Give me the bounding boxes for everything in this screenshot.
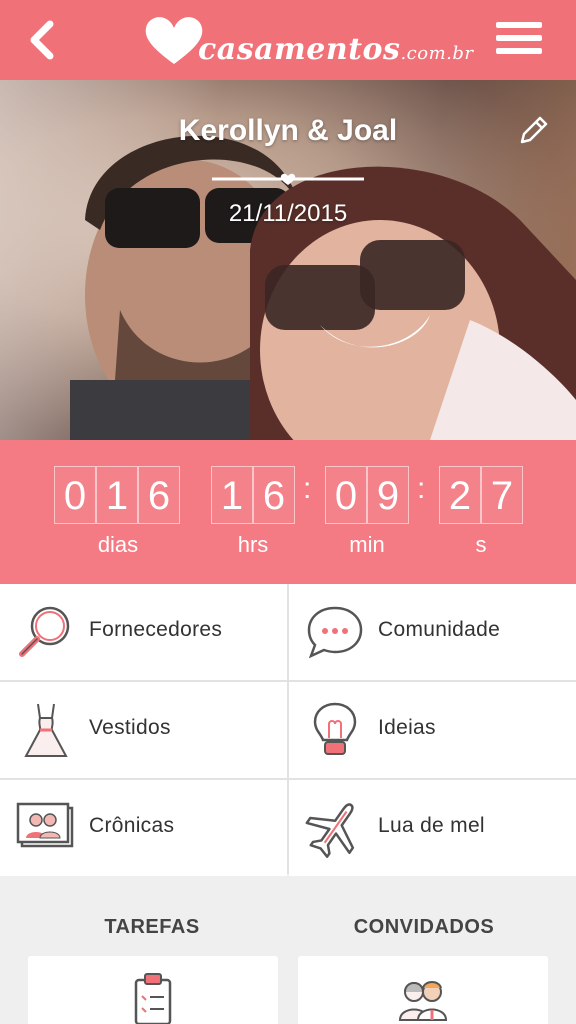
airplane-icon bbox=[305, 803, 355, 858]
magnifier-icon bbox=[19, 606, 70, 657]
photo-couple-icon bbox=[16, 802, 74, 848]
hours-digit: 6 bbox=[253, 466, 295, 524]
time-separator: : bbox=[417, 472, 426, 505]
seconds-digit: 2 bbox=[439, 466, 481, 524]
menu-item-lua-de-mel[interactable]: Lua de mel bbox=[289, 780, 576, 876]
hours-digits: 1 6 bbox=[211, 466, 295, 524]
menu-item-label: Comunidade bbox=[378, 618, 501, 641]
menu-item-label: Ideias bbox=[378, 716, 436, 739]
menu-item-cronicas[interactable]: Crônicas bbox=[0, 780, 287, 876]
feature-menu-grid: Fornecedores Comunidade Vestidos Ideias bbox=[0, 584, 576, 876]
minutes-label: min bbox=[349, 532, 385, 557]
guests-card[interactable] bbox=[298, 956, 548, 1024]
guests-icon bbox=[398, 981, 448, 1021]
heart-logo-icon bbox=[145, 17, 203, 64]
clipboard-icon bbox=[134, 973, 172, 1024]
brand-logo[interactable]: casamentos.com.br bbox=[142, 10, 473, 70]
back-arrow-icon bbox=[30, 20, 54, 60]
menu-item-comunidade[interactable]: Comunidade bbox=[289, 584, 576, 680]
back-button[interactable] bbox=[22, 18, 66, 62]
tasks-card[interactable] bbox=[28, 956, 278, 1024]
heart-divider-icon bbox=[212, 173, 364, 185]
seconds-label: s bbox=[475, 532, 487, 557]
edit-button[interactable] bbox=[516, 114, 550, 148]
seconds-digits: 2 7 bbox=[439, 466, 523, 524]
planning-sections: TAREFAS CONVIDADOS bbox=[0, 876, 576, 1024]
seconds-digit: 7 bbox=[481, 466, 523, 524]
days-digits: 0 1 6 bbox=[54, 466, 180, 524]
grid-divider bbox=[287, 584, 289, 874]
menu-item-label: Lua de mel bbox=[378, 814, 485, 837]
logo-domain: .com.br bbox=[400, 43, 474, 64]
menu-item-ideias[interactable]: Ideias bbox=[289, 682, 576, 778]
days-label: dias bbox=[97, 532, 139, 557]
menu-item-label: Fornecedores bbox=[89, 618, 223, 641]
couple-names: Kerollyn & Joal bbox=[178, 114, 398, 147]
minutes-digit: 9 bbox=[367, 466, 409, 524]
tasks-title: TAREFAS bbox=[104, 916, 200, 938]
wedding-countdown: 0 1 6 1 6 : 0 9 : 2 7 dias hrs min s bbox=[0, 440, 576, 584]
lightbulb-icon bbox=[313, 702, 357, 755]
days-digit: 1 bbox=[96, 466, 138, 524]
hours-digit: 1 bbox=[211, 466, 253, 524]
minutes-digit: 0 bbox=[325, 466, 367, 524]
couple-photo-banner[interactable]: Kerollyn & Joal 21/11/2015 bbox=[0, 80, 576, 440]
hours-label: hrs bbox=[237, 532, 269, 557]
minutes-digits: 0 9 bbox=[325, 466, 409, 524]
menu-item-label: Crônicas bbox=[89, 814, 175, 837]
days-digit: 6 bbox=[138, 466, 180, 524]
dress-icon bbox=[24, 703, 68, 757]
days-digit: 0 bbox=[54, 466, 96, 524]
menu-line-icon bbox=[496, 22, 542, 28]
wedding-date: 21/11/2015 bbox=[228, 200, 348, 227]
logo-text: casamentos bbox=[198, 32, 401, 67]
menu-item-vestidos[interactable]: Vestidos bbox=[0, 682, 287, 778]
grid-divider bbox=[0, 680, 576, 682]
app-header: casamentos.com.br bbox=[0, 0, 576, 80]
pencil-icon bbox=[520, 116, 548, 144]
menu-item-label: Vestidos bbox=[89, 716, 171, 739]
menu-line-icon bbox=[496, 48, 542, 54]
guests-title: CONVIDADOS bbox=[353, 916, 495, 938]
logo-wordmark: casamentos.com.br bbox=[198, 32, 474, 67]
hamburger-menu-button[interactable] bbox=[496, 22, 542, 58]
grid-divider bbox=[0, 778, 576, 780]
chat-bubble-icon bbox=[307, 606, 363, 659]
time-separator: : bbox=[303, 472, 312, 505]
menu-line-icon bbox=[496, 35, 542, 41]
menu-item-fornecedores[interactable]: Fornecedores bbox=[0, 584, 287, 680]
